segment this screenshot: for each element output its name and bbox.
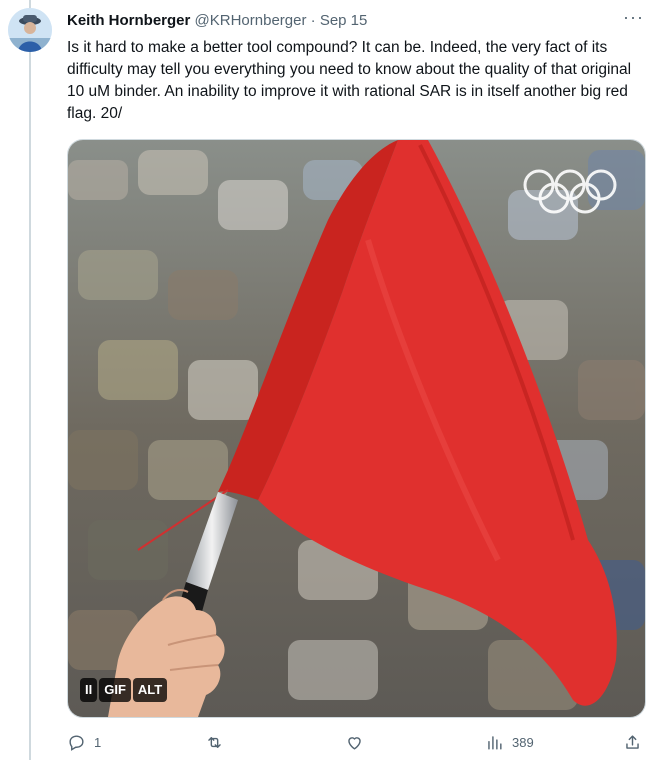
share-icon	[626, 734, 639, 749]
like-button[interactable]	[345, 728, 364, 756]
more-options-button[interactable]: ···	[623, 8, 644, 26]
retweet-icon	[208, 736, 221, 748]
views-icon	[488, 735, 502, 750]
pause-button[interactable]: II	[80, 678, 98, 702]
tweet-actions: 1 389	[67, 728, 652, 756]
like-icon	[348, 736, 361, 750]
reply-icon	[69, 734, 84, 751]
separator-dot: ·	[310, 12, 316, 29]
retweet-button[interactable]	[205, 728, 224, 756]
avatar-image	[8, 8, 52, 52]
tweet-date[interactable]: Sep 15	[320, 12, 368, 29]
alt-badge[interactable]: ALT	[132, 678, 168, 702]
reply-count: 1	[94, 734, 102, 750]
views-count: 389	[512, 734, 534, 750]
media-badges: II GIF ALT	[80, 678, 169, 702]
views-button[interactable]: 389	[485, 728, 534, 756]
author-name[interactable]: Keith Hornberger	[67, 12, 190, 29]
tweet-media-gif[interactable]	[67, 139, 646, 718]
avatar[interactable]	[8, 8, 52, 52]
share-button[interactable]	[623, 728, 642, 756]
gif-badge: GIF	[99, 678, 131, 702]
tweet-text: Is it hard to make a better tool compoun…	[67, 39, 632, 122]
tweet[interactable]: Keith Hornberger @KRHornberger · Sep 15 …	[0, 0, 660, 760]
author-handle[interactable]: @KRHornberger	[195, 12, 307, 29]
tweet-header: Keith Hornberger @KRHornberger · Sep 15	[67, 10, 646, 34]
red-flag-image	[68, 140, 645, 717]
reply-button[interactable]: 1	[67, 728, 101, 756]
